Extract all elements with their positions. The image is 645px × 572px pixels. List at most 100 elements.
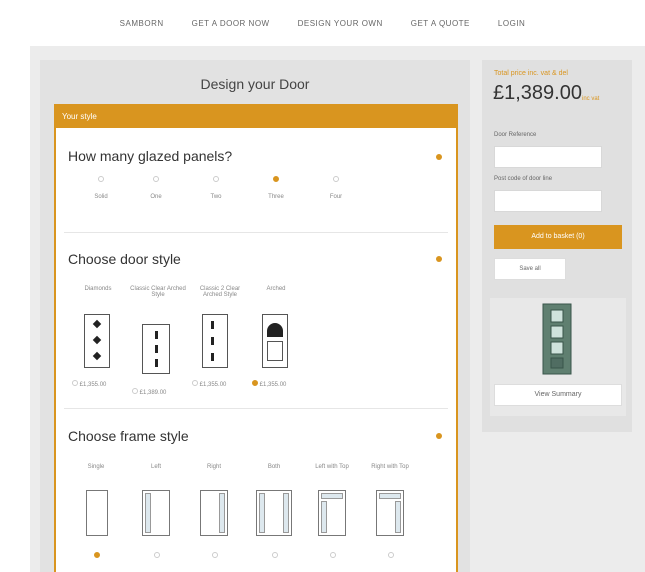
nav-item-samborn[interactable]: SAMBORN <box>120 19 164 28</box>
frame-radio-left-top[interactable] <box>326 552 340 560</box>
glass-pane <box>155 345 158 353</box>
arched-pane <box>267 323 283 337</box>
radio-classic-2[interactable] <box>192 380 198 386</box>
price-classic: £1,389.00 <box>139 390 167 396</box>
side-light <box>321 501 327 533</box>
door-reference-input[interactable] <box>494 146 602 168</box>
glass-pane <box>155 359 158 367</box>
top-light <box>321 493 343 499</box>
page-title: Design your Door <box>200 76 310 92</box>
panel-option-two[interactable]: Two <box>201 176 231 200</box>
frame-label-right: Right <box>206 464 221 470</box>
radio-solid[interactable] <box>98 176 104 182</box>
price-classic-2: £1,355.00 <box>199 382 227 388</box>
door-style-label-classic-2: Classic 2 Clear Arched Style <box>199 286 241 298</box>
door-thumb-arched[interactable] <box>262 314 288 368</box>
frame-radio-left[interactable] <box>150 552 164 560</box>
door-price-classic-2[interactable]: £1,355.00 <box>192 380 248 388</box>
glass-pane <box>211 337 214 345</box>
frame-label-left: Left <box>150 464 161 470</box>
lower-panel <box>267 341 283 361</box>
panel-option-three[interactable]: Three <box>261 176 291 200</box>
radio-classic[interactable] <box>132 388 138 394</box>
frame-thumb-right[interactable] <box>200 490 228 536</box>
collapse-dot-icon[interactable] <box>436 256 442 262</box>
frame-thumb-both[interactable] <box>256 490 292 536</box>
radio-single-selected[interactable] <box>94 552 100 558</box>
price-suffix: inc vat <box>582 96 600 102</box>
frame-style-section-title: Choose frame style <box>68 428 189 444</box>
view-summary-button[interactable]: View Summary <box>494 384 622 406</box>
frame-radio-single[interactable] <box>90 552 104 560</box>
price-label: Total price inc. vat & del <box>494 70 568 77</box>
radio-left[interactable] <box>154 552 160 558</box>
nav-item-get-a-quote[interactable]: GET A QUOTE <box>411 19 470 28</box>
divider <box>64 232 448 233</box>
price-diamonds: £1,355.00 <box>79 382 107 388</box>
top-nav: SAMBORN GET A DOOR NOW DESIGN YOUR OWN G… <box>0 0 645 46</box>
frame-label-single: Single <box>87 464 105 470</box>
frame-thumb-right-top[interactable] <box>376 490 404 536</box>
section-header: Your style <box>56 106 456 128</box>
collapse-dot-icon[interactable] <box>436 433 442 439</box>
save-button[interactable]: Save all <box>494 258 566 280</box>
frame-thumb-left-top[interactable] <box>318 490 346 536</box>
frame-radio-both[interactable] <box>268 552 282 560</box>
frame-thumb-left[interactable] <box>142 490 170 536</box>
radio-arched-selected[interactable] <box>252 380 258 386</box>
panel-label-four: Four <box>329 194 343 200</box>
nav-item-design-your-own[interactable]: DESIGN YOUR OWN <box>298 19 383 28</box>
top-light <box>379 493 401 499</box>
panel-label-three: Three <box>268 194 284 200</box>
door-style-label-arched: Arched <box>266 286 286 292</box>
frame-radio-right-top[interactable] <box>384 552 398 560</box>
frame-label-right-top: Right with Top <box>371 464 409 470</box>
diamond-pane <box>92 351 102 361</box>
glass-pane <box>211 353 214 361</box>
panel-option-four[interactable]: Four <box>321 176 351 200</box>
panel-option-one[interactable]: One <box>141 176 171 200</box>
postcode-label: Post code of door line <box>494 176 553 182</box>
radio-four[interactable] <box>333 176 339 182</box>
panel-option-solid[interactable]: Solid <box>86 176 116 200</box>
door-style-label-classic: Classic Clear Arched Style <box>130 286 186 298</box>
radio-left-top[interactable] <box>330 552 336 558</box>
frame-thumb-single[interactable] <box>86 490 108 536</box>
door-price-diamonds[interactable]: £1,355.00 <box>72 380 122 388</box>
door-style-label-diamonds: Diamonds <box>84 286 112 292</box>
nav-item-get-a-door[interactable]: GET A DOOR NOW <box>192 19 270 28</box>
panel-label-one: One <box>150 194 162 200</box>
frame-label-left-top: Left with Top <box>315 464 349 470</box>
door-price-classic[interactable]: £1,389.00 <box>132 388 188 396</box>
door-reference-label: Door Reference <box>494 132 537 138</box>
nav-item-login[interactable]: LOGIN <box>498 19 525 28</box>
radio-three-selected[interactable] <box>273 176 279 182</box>
panel-label-two: Two <box>210 194 222 200</box>
panel-label-solid: Solid <box>94 194 108 200</box>
radio-two[interactable] <box>213 176 219 182</box>
glass-pane <box>211 321 214 329</box>
price-arched: £1,355.00 <box>259 382 287 388</box>
frame-radio-right[interactable] <box>208 552 222 560</box>
side-light <box>259 493 265 533</box>
door-price-arched[interactable]: £1,355.00 <box>252 380 308 388</box>
divider <box>64 408 448 409</box>
radio-right[interactable] <box>212 552 218 558</box>
radio-right-top[interactable] <box>388 552 394 558</box>
door-thumb-classic[interactable] <box>142 324 170 374</box>
door-thumb-diamonds[interactable] <box>84 314 110 368</box>
side-light <box>145 493 151 533</box>
radio-both[interactable] <box>272 552 278 558</box>
total-price: £1,389.00 <box>493 82 582 104</box>
side-light <box>219 493 225 533</box>
panels-section-title: How many glazed panels? <box>68 148 233 164</box>
collapse-dot-icon[interactable] <box>436 154 442 160</box>
glass-pane <box>155 331 158 339</box>
configurator-box: Your style How many glazed panels? Solid… <box>54 104 458 572</box>
side-light <box>395 501 401 533</box>
add-to-basket-button[interactable]: Add to basket (0) <box>494 225 622 249</box>
radio-diamonds[interactable] <box>72 380 78 386</box>
radio-one[interactable] <box>153 176 159 182</box>
postcode-input[interactable] <box>494 190 602 212</box>
door-thumb-classic-2[interactable] <box>202 314 228 368</box>
